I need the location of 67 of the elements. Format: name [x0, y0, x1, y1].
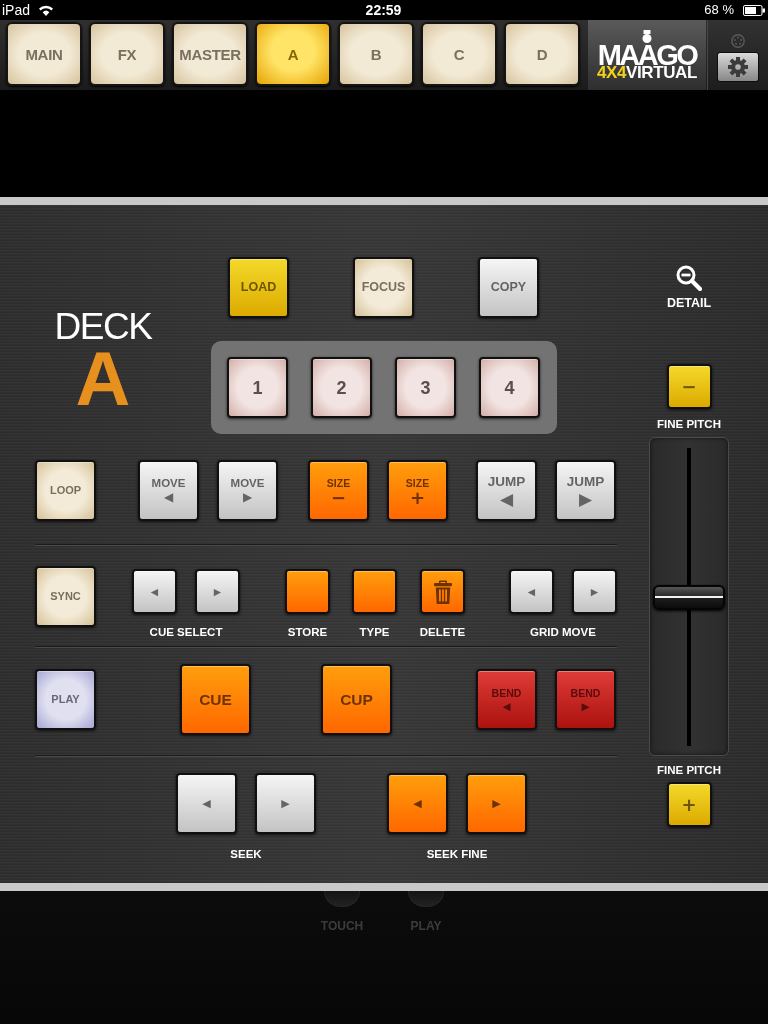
minus-button[interactable]: −: [666, 364, 712, 409]
arrow-button[interactable]: ▶: [195, 569, 240, 614]
fader-thumb[interactable]: [653, 584, 725, 610]
arrow-button[interactable]: ◀: [132, 569, 177, 614]
arrow-button[interactable]: ◀: [176, 773, 237, 834]
gear-icon: [728, 57, 748, 77]
trash-icon: [433, 579, 452, 604]
trash-button[interactable]: [420, 569, 465, 614]
control-button[interactable]: SYNC: [35, 566, 96, 627]
control-button[interactable]: BEND ▶: [555, 669, 616, 730]
button-caption: SEEK: [230, 848, 262, 861]
battery-percent: 68 %: [704, 2, 734, 18]
clock-time: 22:59: [365, 2, 402, 18]
arrow-button[interactable]: ▶: [255, 773, 316, 834]
button-caption: SEEK FINE: [426, 848, 488, 861]
control-button[interactable]: COPY: [478, 257, 539, 318]
control-button[interactable]: CUE: [180, 664, 251, 735]
deck-label: DECK: [54, 308, 152, 345]
button-caption: STORE: [287, 626, 328, 639]
arrow-button[interactable]: ▶: [572, 569, 617, 614]
button-caption: GRID MOVE: [530, 626, 596, 639]
control-button[interactable]: CUP: [321, 664, 392, 735]
zoom-out-icon: [676, 265, 702, 291]
device-name: iPad: [2, 2, 31, 18]
control-button[interactable]: 1: [227, 357, 288, 418]
control-button[interactable]: 4: [479, 357, 540, 418]
control-button[interactable]: MOVE ▶: [217, 460, 278, 521]
control-button[interactable]: FOCUS: [353, 257, 414, 318]
control-button[interactable]: BEND ◀: [476, 669, 537, 730]
logo-model-text: 4X4: [597, 66, 627, 80]
arrow-button[interactable]: ◀: [509, 569, 554, 614]
control-button[interactable]: LOOP: [35, 460, 96, 521]
blank-pad-button[interactable]: [285, 569, 330, 614]
control-button[interactable]: 2: [311, 357, 372, 418]
settings-button[interactable]: [717, 52, 759, 82]
control-button[interactable]: PLAY: [35, 669, 96, 730]
battery-icon: [743, 4, 765, 16]
wifi-icon: [38, 4, 55, 16]
control-button[interactable]: JUMP ▶: [555, 460, 616, 521]
control-button[interactable]: SIZE +: [387, 460, 448, 521]
arrow-button[interactable]: ▶: [466, 773, 527, 834]
fader-label: FINE PITCH: [657, 418, 721, 431]
control-button[interactable]: LOAD: [228, 257, 289, 318]
control-button[interactable]: MOVE ◀: [138, 460, 199, 521]
button-caption: CUE SELECT: [149, 626, 223, 639]
nav-tab[interactable]: FX: [89, 22, 165, 86]
logo-edition-text: VIRTUAL: [626, 66, 697, 80]
nav-tab[interactable]: B: [338, 22, 414, 86]
deck-letter: A: [75, 347, 131, 411]
dial-icon: [731, 34, 745, 48]
nav-tab[interactable]: D: [504, 22, 580, 86]
control-button[interactable]: SIZE −: [308, 460, 369, 521]
control-button[interactable]: JUMP ◀: [476, 460, 537, 521]
emblem-icon: [641, 30, 653, 43]
nav-tab[interactable]: MAIN: [6, 22, 82, 86]
arrow-button[interactable]: ◀: [387, 773, 448, 834]
fader-label: FINE PITCH: [657, 764, 721, 777]
nav-tab[interactable]: MASTER: [172, 22, 248, 86]
blank-pad-button[interactable]: [352, 569, 397, 614]
button-caption: DELETE: [419, 626, 466, 639]
nav-tab[interactable]: C: [421, 22, 497, 86]
logo-wordmark: MAAGO: [597, 43, 697, 67]
plus-button[interactable]: +: [666, 782, 712, 827]
button-caption: TYPE: [359, 626, 390, 639]
detail-button[interactable]: DETAIL: [666, 265, 712, 310]
nav-tab[interactable]: A: [255, 22, 331, 86]
control-button[interactable]: 3: [395, 357, 456, 418]
